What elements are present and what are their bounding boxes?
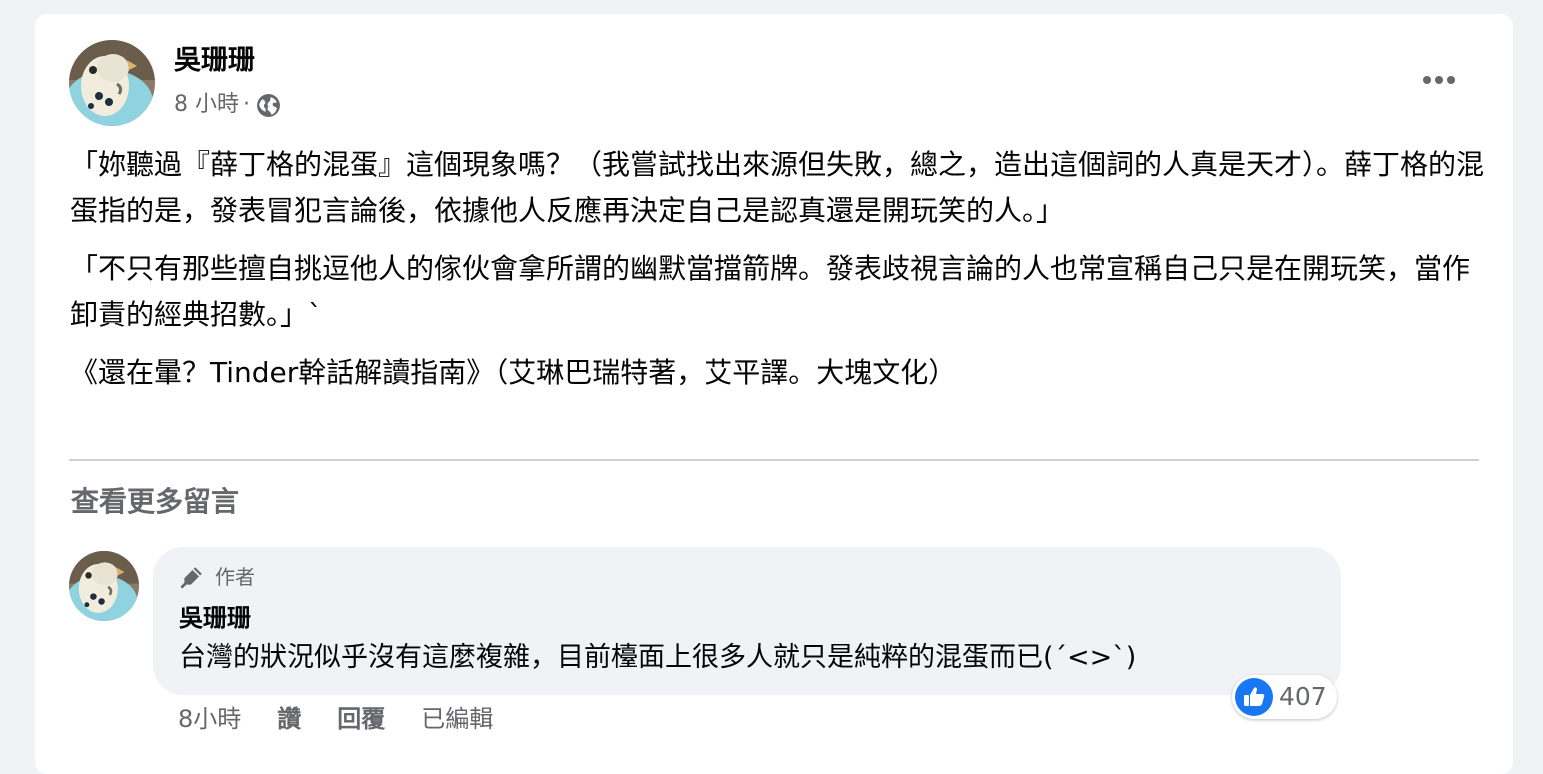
comment-text: 台灣的狀況似乎沒有這麼複雜，目前檯面上很多人就只是純粹的混蛋而已(ˊ<>ˋ): [179, 642, 1137, 673]
comment-bubble: 作者 吳珊珊 台灣的狀況似乎沒有這麼複雜，目前檯面上很多人就只是純粹的混蛋而已(…: [153, 547, 1341, 695]
globe-icon[interactable]: [256, 93, 281, 118]
like-button[interactable]: 讚: [277, 701, 301, 737]
post-paragraph: 《還在暈？Tinder幹話解讀指南》（艾琳巴瑞特著，艾平譯。大塊文化）: [70, 356, 957, 389]
comment-author-name[interactable]: 吳珊珊: [179, 601, 251, 635]
divider: [69, 459, 1479, 461]
author-avatar[interactable]: [69, 40, 155, 126]
reaction-count: 407: [1279, 682, 1327, 711]
commenter-avatar[interactable]: [69, 551, 139, 621]
author-name[interactable]: 吳珊珊: [174, 43, 255, 79]
meta-separator: ·: [243, 92, 250, 117]
comment-actions: 8小時 讚 回覆 已編輯: [178, 701, 493, 737]
view-more-comments-link[interactable]: 查看更多留言: [71, 482, 239, 522]
reaction-summary[interactable]: 407: [1232, 675, 1337, 719]
author-badge-label: 作者: [215, 565, 255, 589]
post-paragraph: 「不只有那些擅自挑逗他人的傢伙會拿所謂的幽默當擋箭牌。發表歧視言論的人也常宣稱自…: [70, 252, 1471, 331]
more-horizontal-icon[interactable]: [1421, 70, 1457, 90]
post-body: 「妳聽過『薛丁格的混蛋』這個現象嗎？（我嘗試找出來源但失敗，總之，造出這個詞的人…: [70, 142, 1490, 408]
post-timestamp[interactable]: 8 小時: [174, 88, 239, 122]
author-badge: 作者: [179, 563, 255, 591]
edited-label[interactable]: 已編輯: [421, 701, 493, 737]
pen-icon: [180, 567, 202, 589]
post-paragraph: 「妳聽過『薛丁格的混蛋』這個現象嗎？（我嘗試找出來源但失敗，總之，造出這個詞的人…: [70, 148, 1485, 227]
comment-timestamp[interactable]: 8小時: [178, 701, 241, 737]
post-meta: 8 小時 ·: [174, 88, 281, 122]
like-icon: [1235, 678, 1273, 716]
post-card: 吳珊珊 8 小時 · 「妳聽過『薛丁格的混蛋』這個現象嗎？（我嘗試找出來源但失敗…: [35, 14, 1513, 774]
reply-button[interactable]: 回覆: [337, 701, 385, 737]
